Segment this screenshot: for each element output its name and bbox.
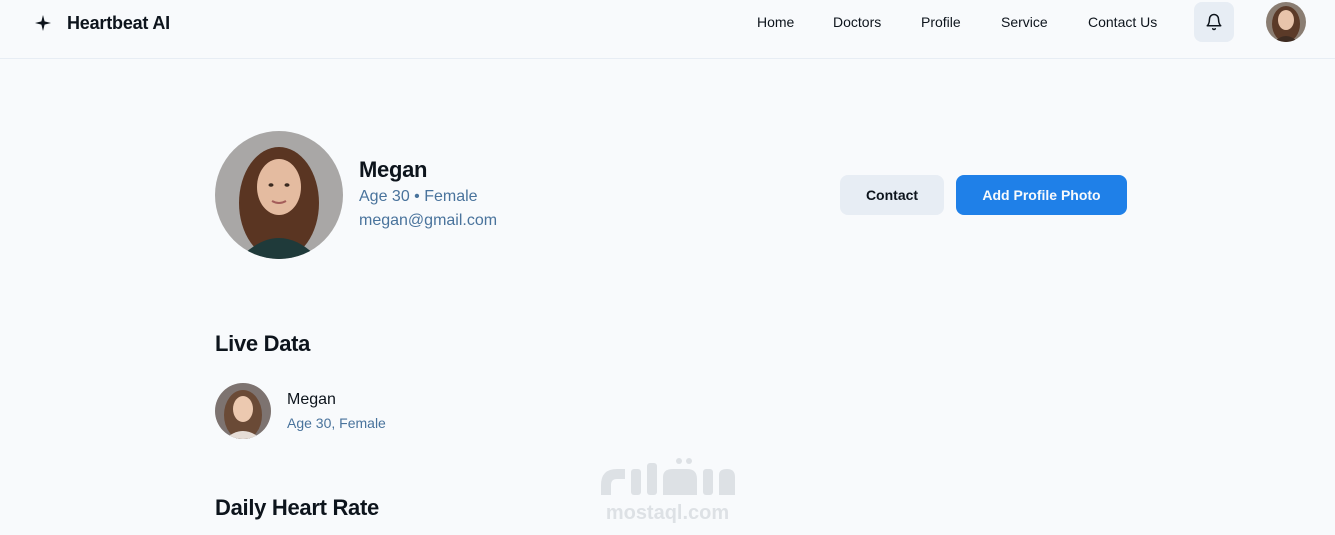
- notifications-button[interactable]: [1194, 2, 1234, 42]
- nav-doctors[interactable]: Doctors: [833, 14, 881, 30]
- live-data-name: Megan: [287, 391, 336, 408]
- watermark-logo-icon: [601, 458, 735, 495]
- contact-button[interactable]: Contact: [840, 175, 944, 215]
- user-avatar[interactable]: [1266, 2, 1306, 42]
- add-profile-photo-button[interactable]: Add Profile Photo: [956, 175, 1127, 215]
- nav-profile[interactable]: Profile: [921, 14, 961, 30]
- profile-name: Megan: [359, 157, 428, 182]
- brand-name: Heartbeat AI: [67, 12, 170, 33]
- nav-contact-us[interactable]: Contact Us: [1088, 14, 1157, 30]
- profile-age-gender: Age 30 • Female: [359, 188, 478, 205]
- top-header: Heartbeat AI Home Doctors Profile Servic…: [0, 0, 1335, 59]
- sparkle-icon: [35, 15, 51, 31]
- live-data-avatar: [215, 383, 271, 439]
- logo[interactable]: Heartbeat AI: [35, 12, 170, 34]
- bell-icon: [1205, 13, 1223, 31]
- live-data-age-gender: Age 30, Female: [287, 415, 386, 431]
- watermark: mostaql.com: [597, 455, 738, 525]
- nav-service[interactable]: Service: [1001, 14, 1048, 30]
- profile-email: megan@gmail.com: [359, 212, 498, 229]
- watermark-text: mostaql.com: [605, 502, 730, 524]
- nav-home[interactable]: Home: [757, 14, 794, 30]
- daily-heart-rate-title: Daily Heart Rate: [215, 495, 379, 520]
- live-data-title: Live Data: [215, 331, 311, 356]
- profile-photo: [215, 131, 343, 259]
